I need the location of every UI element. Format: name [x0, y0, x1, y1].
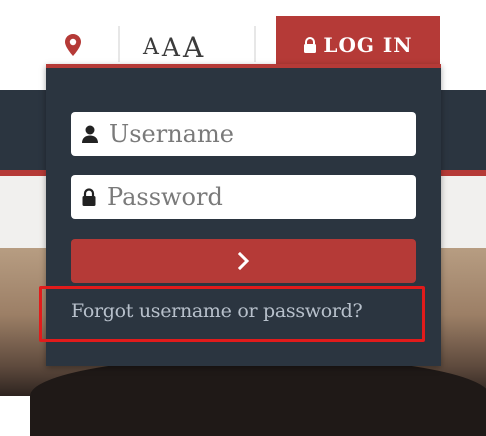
- map-pin-icon: [65, 34, 81, 56]
- text-size-medium-button[interactable]: A: [162, 34, 180, 62]
- username-field: [71, 112, 416, 156]
- lock-icon: [82, 188, 96, 206]
- text-size-controls: A A A: [143, 28, 203, 62]
- chevron-right-icon: [237, 252, 249, 270]
- location-button[interactable]: [58, 28, 88, 62]
- utility-divider: [254, 26, 256, 62]
- login-submit-button[interactable]: [71, 239, 416, 283]
- text-size-large-button[interactable]: A: [183, 34, 203, 62]
- forgot-credentials-link[interactable]: Forgot username or password?: [71, 300, 411, 322]
- text-size-small-button[interactable]: A: [143, 34, 159, 62]
- username-input[interactable]: [109, 120, 399, 148]
- lock-icon: [304, 37, 317, 53]
- hero-photo-detail: [30, 356, 486, 436]
- password-field: [71, 175, 416, 219]
- user-icon: [82, 125, 98, 143]
- login-tab-label: LOG IN: [323, 33, 413, 57]
- password-input[interactable]: [107, 183, 397, 211]
- utility-divider: [118, 26, 120, 62]
